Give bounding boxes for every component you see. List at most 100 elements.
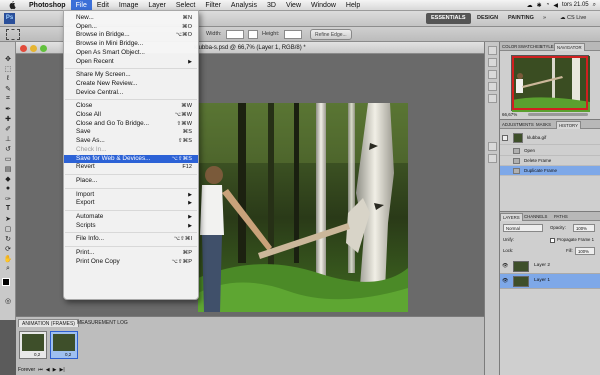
history-state[interactable]: Duplicate Frame: [500, 166, 600, 176]
clock[interactable]: tors 21.05: [562, 2, 589, 8]
swap-dimensions-icon[interactable]: [248, 30, 258, 39]
frame-duration[interactable]: 0,2: [65, 352, 71, 357]
menu-item[interactable]: Print One Copy ⌥⇧⌘P: [64, 258, 198, 267]
layer-row[interactable]: 👁 Layer 1: [500, 274, 600, 289]
volume-icon[interactable]: ◀: [553, 2, 558, 9]
panel-icon[interactable]: [488, 154, 497, 163]
menu-item[interactable]: Browse in Bridge... ⌥⌘O: [64, 31, 198, 40]
frame-duration[interactable]: 0,2: [34, 352, 40, 357]
panel-icon[interactable]: [488, 58, 497, 67]
menu-item[interactable]: New... ⌘N: [64, 14, 198, 23]
shape-tool-icon[interactable]: ▢: [3, 224, 13, 233]
panel-icon[interactable]: [488, 70, 497, 79]
forest-photo[interactable]: [198, 103, 408, 312]
foreground-color-swatch[interactable]: [2, 278, 10, 286]
menu-photoshop[interactable]: Photoshop: [24, 0, 71, 11]
apple-icon[interactable]: [8, 0, 18, 10]
navigator-zoom-slider[interactable]: [528, 113, 588, 116]
history-snapshot[interactable]: klubba.gif: [500, 131, 600, 145]
crop-tool-icon[interactable]: ⌗: [3, 94, 13, 103]
menu-3d[interactable]: 3D: [262, 0, 281, 11]
tab-navigator[interactable]: NAVIGATOR: [554, 43, 585, 51]
workspace-essentials[interactable]: ESSENTIALS: [426, 13, 471, 24]
history-state[interactable]: Open: [500, 146, 600, 156]
fill-field[interactable]: 100%: [575, 247, 595, 255]
pen-tool-icon[interactable]: ✑: [3, 194, 13, 203]
clone-stamp-tool-icon[interactable]: ⊥: [3, 134, 13, 143]
first-frame-icon[interactable]: ⏮: [38, 367, 43, 373]
healing-tool-icon[interactable]: ✚: [3, 114, 13, 123]
menu-item[interactable]: Save ⌘S: [64, 128, 198, 137]
menu-item[interactable]: Close All ⌥⌘W: [64, 111, 198, 120]
layer-row[interactable]: 👁 Layer 2: [500, 259, 600, 274]
menu-analysis[interactable]: Analysis: [226, 0, 262, 11]
animation-frame[interactable]: 0,2: [19, 331, 47, 359]
height-field[interactable]: [284, 30, 302, 39]
history-brush-tool-icon[interactable]: ↺: [3, 144, 13, 153]
next-frame-icon[interactable]: ▶|: [59, 367, 64, 373]
hand-tool-icon[interactable]: ✋: [3, 254, 13, 263]
workspace-painting[interactable]: PAINTING: [503, 13, 539, 24]
eyedropper-tool-icon[interactable]: ✒: [3, 104, 13, 113]
menu-item[interactable]: Place...: [64, 177, 198, 186]
width-field[interactable]: [226, 30, 244, 39]
blend-mode-select[interactable]: Normal: [503, 224, 543, 232]
menu-item[interactable]: Save As... ⇧⌘S: [64, 137, 198, 146]
menu-item[interactable]: Close ⌘W: [64, 102, 198, 111]
status-tray-icon[interactable]: ☁: [527, 2, 533, 9]
menu-item[interactable]: Open As Smart Object...: [64, 49, 198, 58]
gradient-tool-icon[interactable]: ▤: [3, 164, 13, 173]
marquee-tool-icon[interactable]: ⬚: [3, 64, 13, 73]
propagate-checkbox[interactable]: [550, 238, 555, 243]
3d-rotate-tool-icon[interactable]: ↻: [3, 234, 13, 243]
cs-live-button[interactable]: ☁ CS Live: [555, 13, 591, 24]
panel-icon[interactable]: [488, 82, 497, 91]
opacity-field[interactable]: 100%: [573, 224, 595, 232]
tab-masks[interactable]: MASKS: [534, 121, 553, 129]
menu-layer[interactable]: Layer: [143, 0, 171, 11]
3d-orbit-tool-icon[interactable]: ⟳: [3, 244, 13, 253]
previous-frame-icon[interactable]: ◀: [46, 367, 50, 373]
loop-option[interactable]: Forever: [18, 367, 35, 373]
bluetooth-icon[interactable]: ✱: [537, 2, 542, 9]
menu-window[interactable]: Window: [306, 0, 341, 11]
menu-item[interactable]: Save for Web & Devices... ⌥⇧⌘S: [64, 154, 198, 164]
menu-item[interactable]: Open Recent ▶: [64, 58, 198, 67]
panel-icon[interactable]: [488, 94, 497, 103]
menu-image[interactable]: Image: [114, 0, 143, 11]
spotlight-icon[interactable]: ⌕: [593, 2, 596, 9]
eraser-tool-icon[interactable]: ▭: [3, 154, 13, 163]
menu-help[interactable]: Help: [341, 0, 365, 11]
blur-tool-icon[interactable]: ◆: [3, 174, 13, 183]
visibility-eye-icon[interactable]: 👁: [502, 263, 509, 269]
menu-item[interactable]: Automate ▶: [64, 213, 198, 222]
tab-paths[interactable]: PATHS: [552, 213, 570, 221]
tab-layers[interactable]: LAYERS: [500, 213, 523, 221]
move-tool-icon[interactable]: ✥: [3, 54, 13, 63]
play-icon[interactable]: ▶: [53, 367, 57, 373]
menu-item[interactable]: Revert F12: [64, 163, 198, 172]
tab-adjustments[interactable]: ADJUSTMENTS: [500, 121, 536, 129]
panel-icon[interactable]: [488, 142, 497, 151]
navigator-zoom-value[interactable]: 66,67%: [502, 112, 517, 117]
quick-select-tool-icon[interactable]: ✎: [3, 84, 13, 93]
tab-animation-frames[interactable]: ANIMATION (FRAMES): [18, 319, 79, 327]
menu-item[interactable]: Open... ⌘O: [64, 23, 198, 32]
zoom-tool-icon[interactable]: ⌕: [3, 264, 13, 273]
workspace-design[interactable]: DESIGN: [472, 13, 503, 24]
navigator-view-box[interactable]: [512, 56, 588, 110]
menu-item[interactable]: Scripts ▶: [64, 222, 198, 231]
menu-item[interactable]: Share My Screen...: [64, 71, 198, 80]
menu-item[interactable]: Import ▶: [64, 191, 198, 200]
lasso-tool-icon[interactable]: ℓ: [3, 74, 13, 83]
workspace-more-icon[interactable]: »: [538, 13, 551, 24]
menu-select[interactable]: Select: [171, 0, 200, 11]
type-tool-icon[interactable]: T: [3, 204, 13, 213]
menu-item[interactable]: Close and Go To Bridge... ⇧⌘W: [64, 120, 198, 129]
menu-item[interactable]: Print... ⌘P: [64, 249, 198, 258]
tab-history[interactable]: HISTORY: [556, 121, 581, 129]
dodge-tool-icon[interactable]: ●: [3, 184, 13, 193]
menu-item[interactable]: Browse in Mini Bridge...: [64, 40, 198, 49]
marquee-tool-icon[interactable]: [6, 29, 20, 40]
menu-view[interactable]: View: [281, 0, 306, 11]
